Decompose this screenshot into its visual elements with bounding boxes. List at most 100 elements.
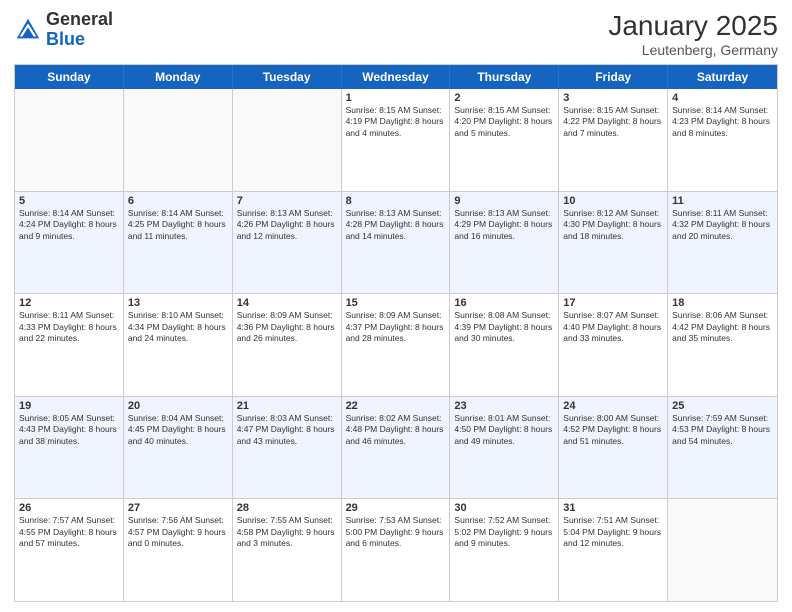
subtitle: Leutenberg, Germany: [608, 42, 778, 58]
day-number: 21: [237, 400, 337, 412]
day-number: 30: [454, 502, 554, 514]
empty-day-cell: [233, 89, 342, 191]
day-cell-18: 18Sunrise: 8:06 AM Sunset: 4:42 PM Dayli…: [668, 294, 777, 396]
day-number: 26: [19, 502, 119, 514]
day-number: 20: [128, 400, 228, 412]
day-info: Sunrise: 7:55 AM Sunset: 4:58 PM Dayligh…: [237, 515, 337, 549]
day-info: Sunrise: 8:15 AM Sunset: 4:19 PM Dayligh…: [346, 105, 446, 139]
day-info: Sunrise: 7:59 AM Sunset: 4:53 PM Dayligh…: [672, 413, 773, 447]
day-header-saturday: Saturday: [668, 65, 777, 89]
day-info: Sunrise: 7:57 AM Sunset: 4:55 PM Dayligh…: [19, 515, 119, 549]
empty-day-cell: [124, 89, 233, 191]
day-number: 14: [237, 297, 337, 309]
day-cell-12: 12Sunrise: 8:11 AM Sunset: 4:33 PM Dayli…: [15, 294, 124, 396]
day-cell-19: 19Sunrise: 8:05 AM Sunset: 4:43 PM Dayli…: [15, 397, 124, 499]
day-cell-4: 4Sunrise: 8:14 AM Sunset: 4:23 PM Daylig…: [668, 89, 777, 191]
day-info: Sunrise: 8:02 AM Sunset: 4:48 PM Dayligh…: [346, 413, 446, 447]
day-info: Sunrise: 8:03 AM Sunset: 4:47 PM Dayligh…: [237, 413, 337, 447]
weeks: 1Sunrise: 8:15 AM Sunset: 4:19 PM Daylig…: [15, 89, 777, 601]
day-number: 8: [346, 195, 446, 207]
day-cell-21: 21Sunrise: 8:03 AM Sunset: 4:47 PM Dayli…: [233, 397, 342, 499]
day-cell-26: 26Sunrise: 7:57 AM Sunset: 4:55 PM Dayli…: [15, 499, 124, 601]
day-cell-11: 11Sunrise: 8:11 AM Sunset: 4:32 PM Dayli…: [668, 192, 777, 294]
day-cell-1: 1Sunrise: 8:15 AM Sunset: 4:19 PM Daylig…: [342, 89, 451, 191]
day-header-sunday: Sunday: [15, 65, 124, 89]
day-cell-28: 28Sunrise: 7:55 AM Sunset: 4:58 PM Dayli…: [233, 499, 342, 601]
day-info: Sunrise: 8:09 AM Sunset: 4:36 PM Dayligh…: [237, 310, 337, 344]
empty-day-cell: [668, 499, 777, 601]
day-info: Sunrise: 8:00 AM Sunset: 4:52 PM Dayligh…: [563, 413, 663, 447]
day-number: 15: [346, 297, 446, 309]
day-number: 27: [128, 502, 228, 514]
day-info: Sunrise: 8:11 AM Sunset: 4:32 PM Dayligh…: [672, 208, 773, 242]
day-cell-30: 30Sunrise: 7:52 AM Sunset: 5:02 PM Dayli…: [450, 499, 559, 601]
month-title: January 2025: [608, 10, 778, 42]
day-info: Sunrise: 8:11 AM Sunset: 4:33 PM Dayligh…: [19, 310, 119, 344]
day-number: 28: [237, 502, 337, 514]
day-cell-9: 9Sunrise: 8:13 AM Sunset: 4:29 PM Daylig…: [450, 192, 559, 294]
day-info: Sunrise: 8:12 AM Sunset: 4:30 PM Dayligh…: [563, 208, 663, 242]
day-cell-22: 22Sunrise: 8:02 AM Sunset: 4:48 PM Dayli…: [342, 397, 451, 499]
day-info: Sunrise: 8:15 AM Sunset: 4:20 PM Dayligh…: [454, 105, 554, 139]
day-info: Sunrise: 8:01 AM Sunset: 4:50 PM Dayligh…: [454, 413, 554, 447]
empty-day-cell: [15, 89, 124, 191]
day-header-tuesday: Tuesday: [233, 65, 342, 89]
day-header-wednesday: Wednesday: [342, 65, 451, 89]
logo-icon: [14, 16, 42, 44]
day-cell-14: 14Sunrise: 8:09 AM Sunset: 4:36 PM Dayli…: [233, 294, 342, 396]
day-cell-5: 5Sunrise: 8:14 AM Sunset: 4:24 PM Daylig…: [15, 192, 124, 294]
page: General Blue January 2025 Leutenberg, Ge…: [0, 0, 792, 612]
day-info: Sunrise: 8:15 AM Sunset: 4:22 PM Dayligh…: [563, 105, 663, 139]
day-cell-16: 16Sunrise: 8:08 AM Sunset: 4:39 PM Dayli…: [450, 294, 559, 396]
day-cell-29: 29Sunrise: 7:53 AM Sunset: 5:00 PM Dayli…: [342, 499, 451, 601]
day-header-thursday: Thursday: [450, 65, 559, 89]
day-info: Sunrise: 8:13 AM Sunset: 4:26 PM Dayligh…: [237, 208, 337, 242]
logo-general-text: General: [46, 9, 113, 29]
day-number: 2: [454, 92, 554, 104]
day-info: Sunrise: 8:13 AM Sunset: 4:28 PM Dayligh…: [346, 208, 446, 242]
day-info: Sunrise: 8:14 AM Sunset: 4:23 PM Dayligh…: [672, 105, 773, 139]
day-number: 3: [563, 92, 663, 104]
calendar: SundayMondayTuesdayWednesdayThursdayFrid…: [14, 64, 778, 602]
header: General Blue January 2025 Leutenberg, Ge…: [14, 10, 778, 58]
logo: General Blue: [14, 10, 113, 50]
day-cell-2: 2Sunrise: 8:15 AM Sunset: 4:20 PM Daylig…: [450, 89, 559, 191]
day-info: Sunrise: 8:14 AM Sunset: 4:25 PM Dayligh…: [128, 208, 228, 242]
logo-blue-text: Blue: [46, 29, 85, 49]
day-header-monday: Monday: [124, 65, 233, 89]
day-info: Sunrise: 8:13 AM Sunset: 4:29 PM Dayligh…: [454, 208, 554, 242]
day-number: 10: [563, 195, 663, 207]
day-info: Sunrise: 7:52 AM Sunset: 5:02 PM Dayligh…: [454, 515, 554, 549]
day-info: Sunrise: 8:06 AM Sunset: 4:42 PM Dayligh…: [672, 310, 773, 344]
day-number: 25: [672, 400, 773, 412]
day-headers: SundayMondayTuesdayWednesdayThursdayFrid…: [15, 65, 777, 89]
day-number: 6: [128, 195, 228, 207]
day-cell-15: 15Sunrise: 8:09 AM Sunset: 4:37 PM Dayli…: [342, 294, 451, 396]
day-cell-31: 31Sunrise: 7:51 AM Sunset: 5:04 PM Dayli…: [559, 499, 668, 601]
day-info: Sunrise: 8:14 AM Sunset: 4:24 PM Dayligh…: [19, 208, 119, 242]
day-number: 22: [346, 400, 446, 412]
week-row-4: 19Sunrise: 8:05 AM Sunset: 4:43 PM Dayli…: [15, 396, 777, 499]
day-info: Sunrise: 8:04 AM Sunset: 4:45 PM Dayligh…: [128, 413, 228, 447]
week-row-1: 1Sunrise: 8:15 AM Sunset: 4:19 PM Daylig…: [15, 89, 777, 191]
day-header-friday: Friday: [559, 65, 668, 89]
week-row-5: 26Sunrise: 7:57 AM Sunset: 4:55 PM Dayli…: [15, 498, 777, 601]
day-number: 9: [454, 195, 554, 207]
day-number: 11: [672, 195, 773, 207]
day-cell-27: 27Sunrise: 7:56 AM Sunset: 4:57 PM Dayli…: [124, 499, 233, 601]
week-row-3: 12Sunrise: 8:11 AM Sunset: 4:33 PM Dayli…: [15, 293, 777, 396]
day-cell-6: 6Sunrise: 8:14 AM Sunset: 4:25 PM Daylig…: [124, 192, 233, 294]
day-info: Sunrise: 8:10 AM Sunset: 4:34 PM Dayligh…: [128, 310, 228, 344]
day-info: Sunrise: 8:05 AM Sunset: 4:43 PM Dayligh…: [19, 413, 119, 447]
day-cell-10: 10Sunrise: 8:12 AM Sunset: 4:30 PM Dayli…: [559, 192, 668, 294]
day-number: 24: [563, 400, 663, 412]
week-row-2: 5Sunrise: 8:14 AM Sunset: 4:24 PM Daylig…: [15, 191, 777, 294]
day-number: 17: [563, 297, 663, 309]
day-info: Sunrise: 8:07 AM Sunset: 4:40 PM Dayligh…: [563, 310, 663, 344]
day-cell-7: 7Sunrise: 8:13 AM Sunset: 4:26 PM Daylig…: [233, 192, 342, 294]
day-info: Sunrise: 7:51 AM Sunset: 5:04 PM Dayligh…: [563, 515, 663, 549]
title-block: January 2025 Leutenberg, Germany: [608, 10, 778, 58]
day-cell-17: 17Sunrise: 8:07 AM Sunset: 4:40 PM Dayli…: [559, 294, 668, 396]
day-number: 31: [563, 502, 663, 514]
day-number: 12: [19, 297, 119, 309]
